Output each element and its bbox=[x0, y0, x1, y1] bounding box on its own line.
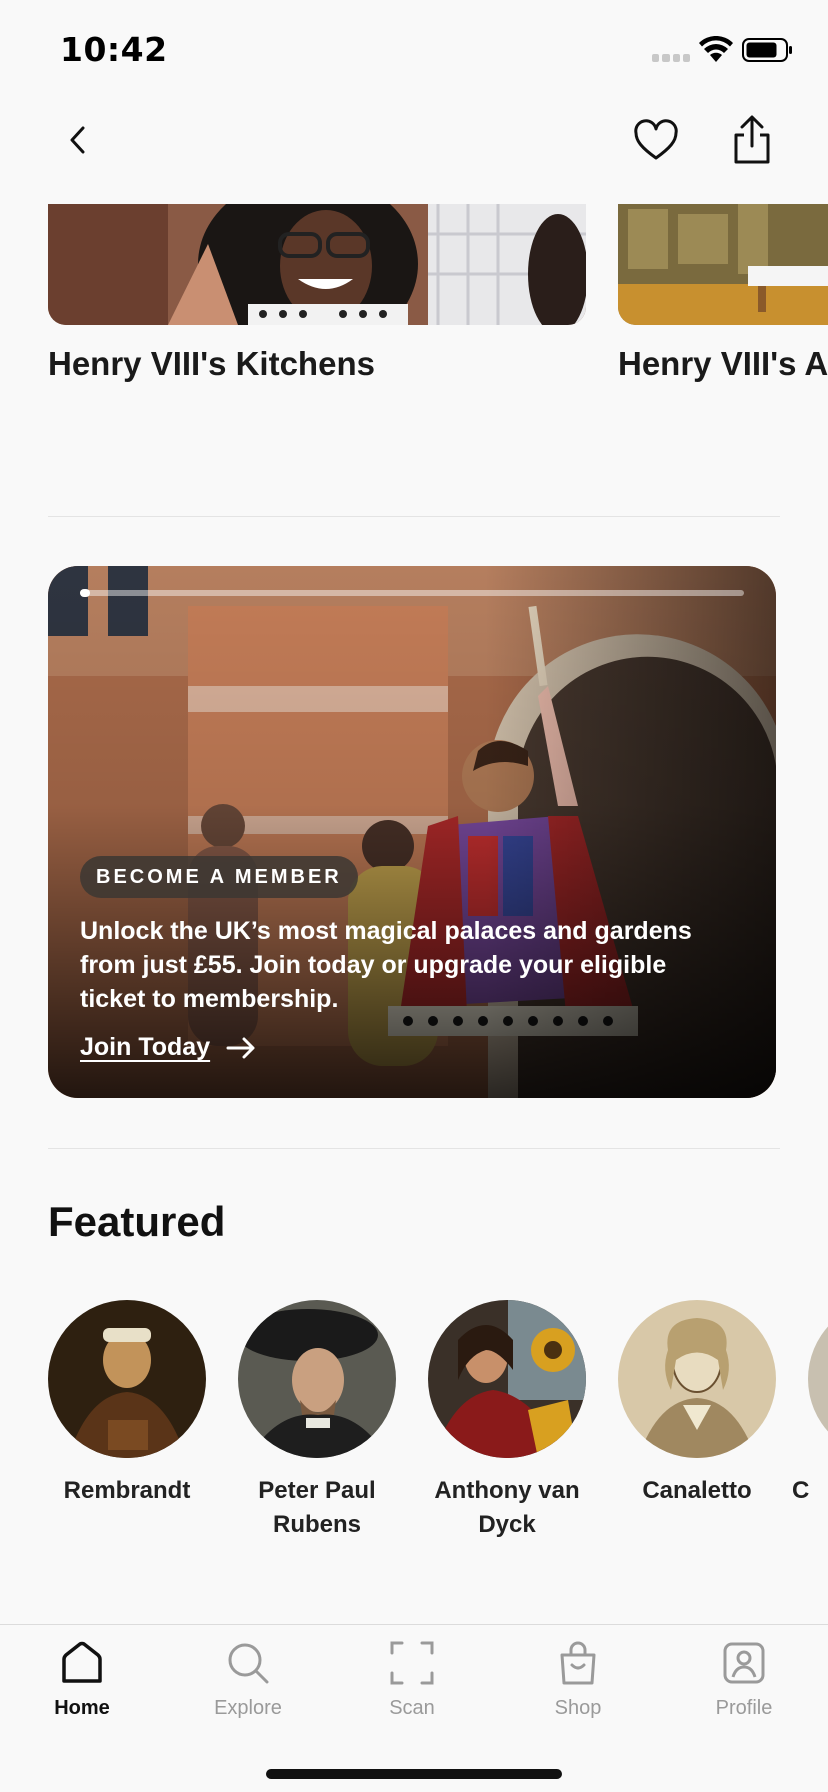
banner-image bbox=[48, 566, 776, 1098]
top-navigation bbox=[0, 110, 828, 170]
artist-avatar bbox=[48, 1300, 206, 1458]
artist-item[interactable]: Rembrandt bbox=[32, 1300, 222, 1508]
tab-label: Shop bbox=[554, 1697, 602, 1719]
artist-avatar bbox=[238, 1300, 396, 1458]
battery-icon bbox=[742, 38, 792, 62]
back-button[interactable] bbox=[58, 120, 98, 160]
attraction-card[interactable]: Henry VIII's Kitchens bbox=[48, 204, 586, 383]
membership-banner[interactable]: BECOME A MEMBER Unlock the UK’s most mag… bbox=[48, 566, 776, 1098]
attraction-image bbox=[48, 204, 586, 325]
arrow-right-icon bbox=[226, 1037, 255, 1058]
join-today-link[interactable]: Join Today bbox=[80, 1033, 256, 1062]
attraction-title: Henry VIII's Kitchens bbox=[48, 345, 375, 382]
tab-label: Profile bbox=[715, 1697, 773, 1719]
share-icon[interactable] bbox=[730, 114, 774, 166]
banner-progress-bar bbox=[80, 589, 744, 597]
artist-name: Canaletto bbox=[642, 1477, 752, 1504]
home-indicator bbox=[266, 1769, 562, 1779]
shopping-bag-icon bbox=[560, 1641, 596, 1685]
attractions-carousel[interactable]: Henry VIII's Kitchens Henry VIII's Ap bbox=[0, 204, 828, 404]
artist-name: Rembrandt bbox=[63, 1477, 191, 1504]
become-member-badge: BECOME A MEMBER bbox=[80, 856, 358, 898]
cellular-signal-icon bbox=[652, 54, 690, 62]
featured-heading: Featured bbox=[48, 1198, 226, 1245]
artist-item[interactable]: Canaletto bbox=[602, 1300, 792, 1508]
tab-label: Scan bbox=[389, 1697, 435, 1719]
attraction-image bbox=[618, 204, 828, 325]
tab-home[interactable]: Home bbox=[22, 1639, 142, 1720]
wifi-icon bbox=[699, 36, 733, 62]
divider bbox=[48, 516, 780, 517]
chevron-left-icon bbox=[70, 126, 85, 154]
artist-name: Peter Paul Rubens bbox=[258, 1477, 376, 1538]
search-icon bbox=[228, 1643, 269, 1684]
artist-name: C bbox=[792, 1477, 810, 1504]
profile-icon bbox=[723, 1642, 765, 1684]
status-bar: 10:42 bbox=[0, 0, 828, 100]
attraction-card[interactable]: Henry VIII's Ap bbox=[618, 204, 828, 383]
tab-explore[interactable]: Explore bbox=[188, 1639, 308, 1720]
banner-description: Unlock the UK’s most magical palaces and… bbox=[80, 917, 692, 1013]
artist-item[interactable]: Anthony van Dyck bbox=[412, 1300, 602, 1542]
artist-item[interactable]: Peter Paul Rubens bbox=[222, 1300, 412, 1542]
status-time: 10:42 bbox=[60, 30, 168, 69]
tab-profile[interactable]: Profile bbox=[684, 1639, 804, 1720]
home-icon bbox=[62, 1641, 102, 1683]
scan-icon bbox=[390, 1641, 434, 1685]
tab-label: Home bbox=[54, 1697, 110, 1719]
artist-item[interactable]: C bbox=[792, 1300, 828, 1508]
artist-avatar bbox=[428, 1300, 586, 1458]
banner-progress-fill bbox=[80, 589, 90, 597]
tab-scan[interactable]: Scan bbox=[352, 1639, 472, 1720]
divider bbox=[48, 1148, 780, 1149]
join-today-label: Join Today bbox=[80, 1033, 211, 1061]
artist-avatar bbox=[618, 1300, 776, 1458]
attraction-title: Henry VIII's Ap bbox=[618, 345, 828, 382]
tab-shop[interactable]: Shop bbox=[518, 1639, 638, 1720]
artist-avatar bbox=[808, 1300, 828, 1458]
heart-icon[interactable] bbox=[632, 118, 680, 164]
artist-name: Anthony van Dyck bbox=[434, 1477, 580, 1538]
featured-artists-list[interactable]: Rembrandt Peter Paul Rubens Anthony van … bbox=[0, 1300, 828, 1560]
tab-bar: Home Explore Scan Shop Profile bbox=[0, 1624, 828, 1792]
tab-label: Explore bbox=[214, 1697, 282, 1719]
